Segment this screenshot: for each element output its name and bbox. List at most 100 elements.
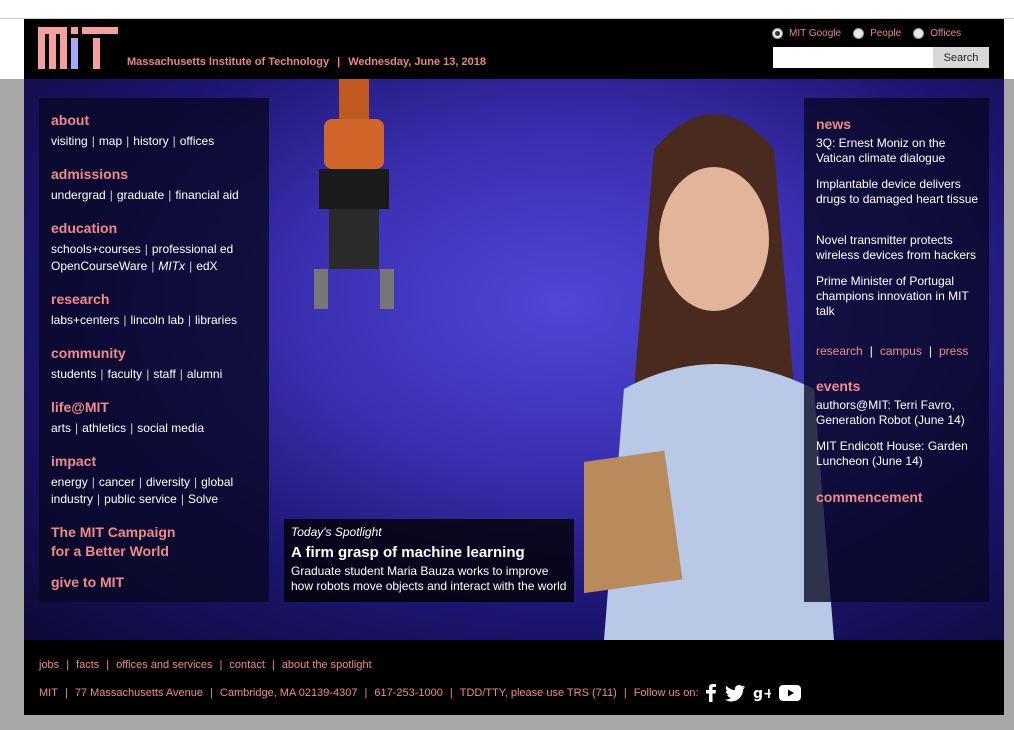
nav-heading-research[interactable]: research <box>51 291 237 308</box>
mit-logo[interactable] <box>38 27 118 69</box>
site-footer: jobs | facts | offices and services | contact |… <box>24 640 1004 715</box>
news-heading[interactable]: news <box>816 116 851 132</box>
nav-section-about: about visiting | map | history | offices <box>51 112 214 150</box>
nav-link-lincoln-lab[interactable]: lincoln lab <box>131 313 184 327</box>
nav-link-athletics[interactable]: athletics <box>82 421 126 435</box>
footer-contact-row: MIT | 77 Massachusetts Avenue | Cambridge,… <box>39 684 809 702</box>
news-item[interactable]: Novel transmitter protects wireless devi… <box>816 233 984 263</box>
news-item[interactable]: 3Q: Ernest Moniz on the Vatican climate … <box>816 136 984 166</box>
nav-link-global[interactable]: global <box>201 475 233 489</box>
nav-section-community: community students | faculty | staff | alumni <box>51 345 222 383</box>
right-news-panel: news 3Q: Ernest Moniz on the Vatican cli… <box>804 98 989 602</box>
radio-selected-icon[interactable] <box>772 28 783 39</box>
site-header: Massachusetts Institute of Technology | We… <box>24 19 1004 79</box>
nav-link-history[interactable]: history <box>133 134 168 148</box>
nav-heading-impact[interactable]: impact <box>51 453 233 470</box>
nav-links-about: visiting | map | history | offices <box>51 134 215 148</box>
nav-link-schools-courses[interactable]: schools+courses <box>51 242 141 256</box>
nav-link-alumni[interactable]: alumni <box>187 367 222 381</box>
nav-link-energy[interactable]: energy <box>51 475 88 489</box>
google-plus-icon[interactable]: g+ <box>753 685 771 701</box>
nav-section-life: life@MIT arts | athletics | social media <box>51 399 204 437</box>
nav-link-visiting[interactable]: visiting <box>51 134 88 148</box>
radio-label-people: People <box>870 28 902 39</box>
nav-link-solve[interactable]: Solve <box>188 492 218 506</box>
nav-link-faculty[interactable]: faculty <box>108 367 143 381</box>
nav-link-undergrad[interactable]: undergrad <box>51 188 106 202</box>
facebook-icon[interactable] <box>705 684 717 702</box>
footer-mit[interactable]: MIT <box>39 687 58 699</box>
nav-link-diversity[interactable]: diversity <box>146 475 190 489</box>
footer-city: Cambridge, MA 02139-4307 <box>219 687 358 699</box>
campaign-link[interactable]: The MIT Campaign for a Better World <box>51 523 175 561</box>
footer-link-facts[interactable]: facts <box>76 659 99 671</box>
radio-offices[interactable]: Offices <box>913 28 961 39</box>
nav-heading-life[interactable]: life@MIT <box>51 399 204 416</box>
nav-link-public-service[interactable]: public service <box>104 492 177 506</box>
radio-unselected-icon[interactable] <box>913 28 925 39</box>
radio-unselected-icon[interactable] <box>853 28 865 39</box>
nav-link-arts[interactable]: arts <box>51 421 71 435</box>
nav-link-labs-centers[interactable]: labs+centers <box>51 313 119 327</box>
nav-link-map[interactable]: map <box>99 134 122 148</box>
nav-section-research: research labs+centers | lincoln lab | librar… <box>51 291 237 329</box>
nav-links-research: labs+centers | lincoln lab | libraries <box>51 313 238 327</box>
institute-name[interactable]: Massachusetts Institute of Technology <box>127 56 329 68</box>
nav-links-community: students | faculty | staff | alumni <box>51 367 223 381</box>
search-input[interactable] <box>773 47 933 68</box>
nav-links-life: arts | athletics | social media <box>51 421 204 435</box>
youtube-icon[interactable] <box>778 685 801 701</box>
give-to-mit-link[interactable]: give to MIT <box>51 573 124 592</box>
nav-heading-community[interactable]: community <box>51 345 222 362</box>
social-icons: g+ <box>705 684 809 702</box>
radio-people[interactable]: People <box>853 28 901 39</box>
event-item[interactable]: authors@MIT: Terri Favro, Generation Rob… <box>816 398 984 428</box>
events-heading[interactable]: events <box>816 378 860 394</box>
spotlight-description: Graduate student Maria Bauza works to im… <box>291 564 567 593</box>
svg-text:g+: g+ <box>753 686 771 701</box>
twitter-icon[interactable] <box>724 684 745 702</box>
news-link-research[interactable]: research <box>816 344 863 358</box>
spotlight-title[interactable]: A firm grasp of machine learning <box>291 544 525 561</box>
nav-link-social-media[interactable]: social media <box>137 421 204 435</box>
spotlight-caption[interactable]: Today's Spotlight A firm grasp of machin… <box>284 519 574 602</box>
nav-link-offices[interactable]: offices <box>180 134 214 148</box>
news-category-links: research | campus | press <box>816 344 969 358</box>
nav-link-professional-ed[interactable]: professional ed <box>152 242 233 256</box>
nav-link-edx[interactable]: edX <box>196 259 217 273</box>
commencement-link[interactable]: commencement <box>816 489 923 505</box>
event-item[interactable]: MIT Endicott House: Garden Luncheon (Jun… <box>816 439 984 469</box>
nav-link-cancer[interactable]: cancer <box>99 475 135 489</box>
nav-link-graduate[interactable]: graduate <box>117 188 164 202</box>
radio-mit-google[interactable]: MIT Google <box>772 28 841 39</box>
radio-label-offices: Offices <box>930 28 962 39</box>
news-item[interactable]: Implantable device delivers drugs to dam… <box>816 177 984 207</box>
footer-link-contact[interactable]: contact <box>229 659 264 671</box>
nav-link-industry[interactable]: industry <box>51 492 93 506</box>
nav-links-admissions: undergrad | graduate | financial aid <box>51 188 239 202</box>
nav-links-impact: energy | cancer | diversity | global industry |… <box>51 475 234 506</box>
spotlight-label: Today's Spotlight <box>291 525 382 539</box>
nav-section-admissions: admissions undergrad | graduate | financial … <box>51 166 239 204</box>
nav-link-staff[interactable]: staff <box>153 367 175 381</box>
search-button[interactable]: Search <box>933 47 989 68</box>
footer-phone[interactable]: 617-253-1000 <box>374 687 443 699</box>
nav-link-students[interactable]: students <box>51 367 96 381</box>
footer-link-jobs[interactable]: jobs <box>39 659 59 671</box>
footer-address[interactable]: 77 Massachusetts Avenue <box>75 687 203 699</box>
nav-heading-about[interactable]: about <box>51 112 214 129</box>
current-date: Wednesday, June 13, 2018 <box>348 56 486 68</box>
footer-link-about-spotlight[interactable]: about the spotlight <box>282 659 372 671</box>
news-link-campus[interactable]: campus <box>880 344 922 358</box>
news-link-press[interactable]: press <box>939 344 968 358</box>
nav-link-financial-aid[interactable]: financial aid <box>175 188 238 202</box>
nav-heading-admissions[interactable]: admissions <box>51 166 239 183</box>
footer-link-offices-services[interactable]: offices and services <box>116 659 212 671</box>
nav-link-libraries[interactable]: libraries <box>195 313 237 327</box>
nav-link-opencourseware[interactable]: OpenCourseWare <box>51 259 147 273</box>
nav-link-mitx[interactable]: MITx <box>158 259 185 273</box>
nav-heading-education[interactable]: education <box>51 220 233 237</box>
radio-label-mit-google: MIT Google <box>789 28 842 39</box>
news-item[interactable]: Prime Minister of Portugal champions inn… <box>816 274 984 319</box>
search-scope-group: MIT Google People Offices <box>772 28 973 39</box>
